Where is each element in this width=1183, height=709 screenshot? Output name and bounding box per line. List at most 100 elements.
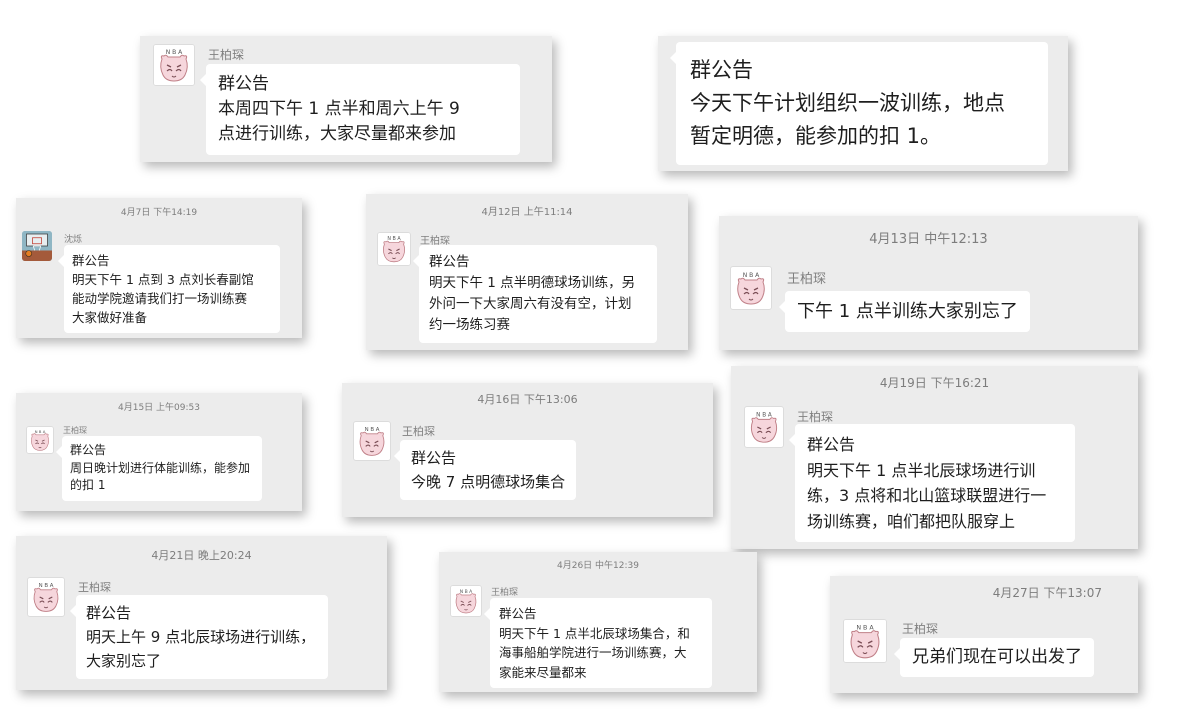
sender-name: 王柏琛: [402, 425, 435, 438]
timestamp: 4月21日 晚上20:24: [151, 549, 252, 562]
chat-screenshot-card: N B A 王柏琛 群公告 本周四下午 1 点半和周六上午 9 点进行训练，大家…: [140, 36, 552, 162]
svg-text:N B A: N B A: [387, 236, 401, 242]
message-line: 群公告: [72, 253, 110, 268]
message-line: 大家别忘了: [86, 652, 162, 670]
chat-screenshot-card: 4月21日 晚上20:24 N B A 王柏琛 群公告 明天上午 9 点北辰球场…: [16, 536, 387, 690]
message-line: 群公告: [807, 435, 856, 454]
message-line: 群公告: [411, 449, 457, 467]
sender-name: 王柏琛: [797, 410, 834, 424]
sender-avatar[interactable]: N B A: [450, 585, 482, 617]
message-line: 暂定明德，能参加的扣 1。: [690, 124, 942, 148]
message-bubble[interactable]: 群公告 明天上午 9 点北辰球场进行训练， 大家别忘了: [70, 595, 328, 679]
message-line: 大家做好准备: [72, 310, 148, 325]
message-line: 明天下午 1 点半北辰球场进行训: [807, 460, 1036, 480]
message-line: 明天下午 1 点半北辰球场集合，和: [499, 625, 690, 641]
sender-avatar[interactable]: N B A: [153, 44, 195, 86]
sender-avatar[interactable]: N B A: [26, 426, 54, 454]
message-line: 今晚 7 点明德球场集合: [411, 473, 566, 491]
message-line: 能动学院邀请我们打一场训练赛: [72, 291, 248, 306]
pig-face-icon: N B A: [745, 408, 783, 446]
message-line: 明天下午 1 点到 3 点刘长春副馆: [72, 272, 254, 287]
message-line: 群公告: [429, 254, 470, 270]
message-bubble[interactable]: 群公告 明天下午 1 点到 3 点刘长春副馆 能动学院邀请我们打一场训练赛 大家…: [58, 245, 280, 333]
sender-name: 王柏琛: [78, 581, 111, 594]
sender-avatar[interactable]: [22, 231, 52, 261]
timestamp: 4月13日 中午12:13: [869, 232, 988, 247]
sender-avatar[interactable]: N B A: [353, 421, 391, 461]
sender-name: 沈烁: [64, 235, 83, 245]
message-line: 的扣 1: [70, 478, 106, 492]
message-line: 约一场练习赛: [429, 317, 510, 333]
message-bubble[interactable]: 下午 1 点半训练大家别忘了: [779, 291, 1030, 332]
svg-text:N B A: N B A: [35, 429, 46, 434]
sender-avatar[interactable]: N B A: [730, 266, 772, 310]
message-line: 场训练赛，咱们都把队服穿上: [807, 511, 1016, 531]
message-line: 本周四下午 1 点半和周六上午 9: [218, 99, 460, 119]
timestamp: 4月16日 下午13:06: [477, 393, 578, 406]
pig-face-icon: N B A: [28, 579, 64, 615]
chat-screenshot-card: 4月16日 下午13:06 N B A 王柏琛 群公告 今晚 7 点明德球场集合: [342, 383, 713, 517]
sender-name: 王柏琛: [491, 588, 519, 598]
basketball-hoop-icon: [22, 231, 52, 261]
timestamp: 4月26日 中午12:39: [557, 561, 639, 571]
sender-avatar[interactable]: N B A: [27, 577, 65, 617]
timestamp: 4月12日 上午11:14: [481, 207, 573, 218]
pig-face-icon: N B A: [27, 427, 53, 453]
message-line: 外问一下大家周六有没有空，计划: [429, 296, 632, 312]
message-bubble[interactable]: 群公告 今晚 7 点明德球场集合: [393, 440, 577, 500]
chat-screenshot-card: 4月19日 下午16:21 N B A 王柏琛 群公告 明天下午 1 点半北辰球…: [731, 366, 1138, 549]
sender-avatar[interactable]: N B A: [377, 232, 411, 266]
message-line: 群公告: [218, 74, 269, 94]
timestamp: 4月19日 下午16:21: [879, 376, 990, 390]
message-line: 群公告: [499, 606, 537, 621]
message-line: 明天上午 9 点北辰球场进行训练，: [86, 628, 316, 646]
svg-text:N B A: N B A: [756, 413, 772, 419]
sender-avatar[interactable]: N B A: [744, 406, 784, 448]
sender-avatar[interactable]: N B A: [843, 619, 887, 663]
chat-screenshot-card: 4月15日 上午09:53 N B A 王柏琛 群公告 周日晚计划进行体能训练，…: [16, 393, 302, 511]
message-line: 今天下午计划组织一波训练，地点: [690, 91, 1005, 115]
chat-screenshot-card: 4月26日 中午12:39 N B A 王柏琛 群公告 明天下午 1 点半北辰球…: [439, 552, 757, 692]
message-bubble[interactable]: 群公告 本周四下午 1 点半和周六上午 9 点进行训练，大家尽量都来参加: [200, 64, 520, 155]
message-bubble[interactable]: 群公告 明天下午 1 点半北辰球场集合，和 海事船舶学院进行一场训练赛，大 家能…: [484, 598, 712, 688]
svg-text:N B A: N B A: [743, 272, 760, 279]
message-bubble[interactable]: 群公告 今天下午计划组织一波训练，地点 暂定明德，能参加的扣 1。: [670, 42, 1048, 165]
message-line: 兄弟们现在可以出发了: [912, 647, 1082, 667]
sender-name: 王柏琛: [63, 426, 87, 435]
chat-screenshot-card: 4月13日 中午12:13 N B A 王柏琛 下午 1 点半训练大家别忘了: [719, 216, 1138, 350]
sender-name: 王柏琛: [902, 622, 939, 636]
message-line: 群公告: [70, 443, 107, 457]
svg-text:N B A: N B A: [39, 583, 54, 589]
timestamp: 4月27日 下午13:07: [992, 586, 1102, 600]
message-line: 周日晚计划进行体能训练，能参加: [70, 460, 251, 475]
message-line: 点进行训练，大家尽量都来参加: [218, 124, 456, 144]
timestamp: 4月7日 下午14:19: [120, 208, 198, 218]
message-line: 海事船舶学院进行一场训练赛，大: [499, 645, 687, 660]
sender-name: 王柏琛: [208, 48, 245, 62]
chat-screenshot-card: 4月7日 下午14:19 沈烁 群公告 明天下午 1 点到 3 点刘长春副馆 能…: [16, 198, 302, 338]
pig-face-icon: N B A: [451, 586, 481, 616]
timestamp: 4月15日 上午09:53: [118, 403, 200, 413]
chat-screenshot-card: 4月27日 下午13:07 N B A 王柏琛 兄弟们现在可以出发了: [830, 576, 1138, 693]
message-bubble[interactable]: 群公告 明天下午 1 点半北辰球场进行训 练，3 点将和北山篮球联盟进行一 场训…: [789, 424, 1075, 542]
chat-screenshot-card: 群公告 今天下午计划组织一波训练，地点 暂定明德，能参加的扣 1。: [658, 36, 1068, 171]
svg-text:N B A: N B A: [166, 49, 183, 56]
message-line: 明天下午 1 点半明德球场训练，另: [429, 275, 636, 291]
message-line: 群公告: [690, 58, 753, 82]
message-bubble[interactable]: 群公告 周日晚计划进行体能训练，能参加 的扣 1: [56, 436, 262, 501]
message-bubble[interactable]: 群公告 明天下午 1 点半明德球场训练，另 外问一下大家周六有没有空，计划 约一…: [413, 245, 657, 343]
message-line: 练，3 点将和北山篮球联盟进行一: [807, 486, 1047, 505]
sender-name: 王柏琛: [787, 272, 827, 287]
message-line: 下午 1 点半训练大家别忘了: [797, 301, 1018, 322]
pig-face-icon: N B A: [844, 620, 886, 662]
message-line: 家能来尽量都来: [499, 664, 587, 680]
svg-text:N B A: N B A: [856, 624, 874, 631]
pig-face-icon: N B A: [731, 268, 771, 308]
pig-face-icon: N B A: [154, 45, 194, 85]
chat-screenshot-card: 4月12日 上午11:14 N B A 王柏琛 群公告 明天下午 1 点半明德球…: [366, 194, 688, 350]
message-line: 群公告: [86, 604, 132, 622]
pig-face-icon: N B A: [354, 423, 390, 459]
message-bubble[interactable]: 兄弟们现在可以出发了: [894, 638, 1094, 677]
svg-text:N B A: N B A: [365, 427, 380, 433]
pig-face-icon: N B A: [378, 233, 410, 265]
